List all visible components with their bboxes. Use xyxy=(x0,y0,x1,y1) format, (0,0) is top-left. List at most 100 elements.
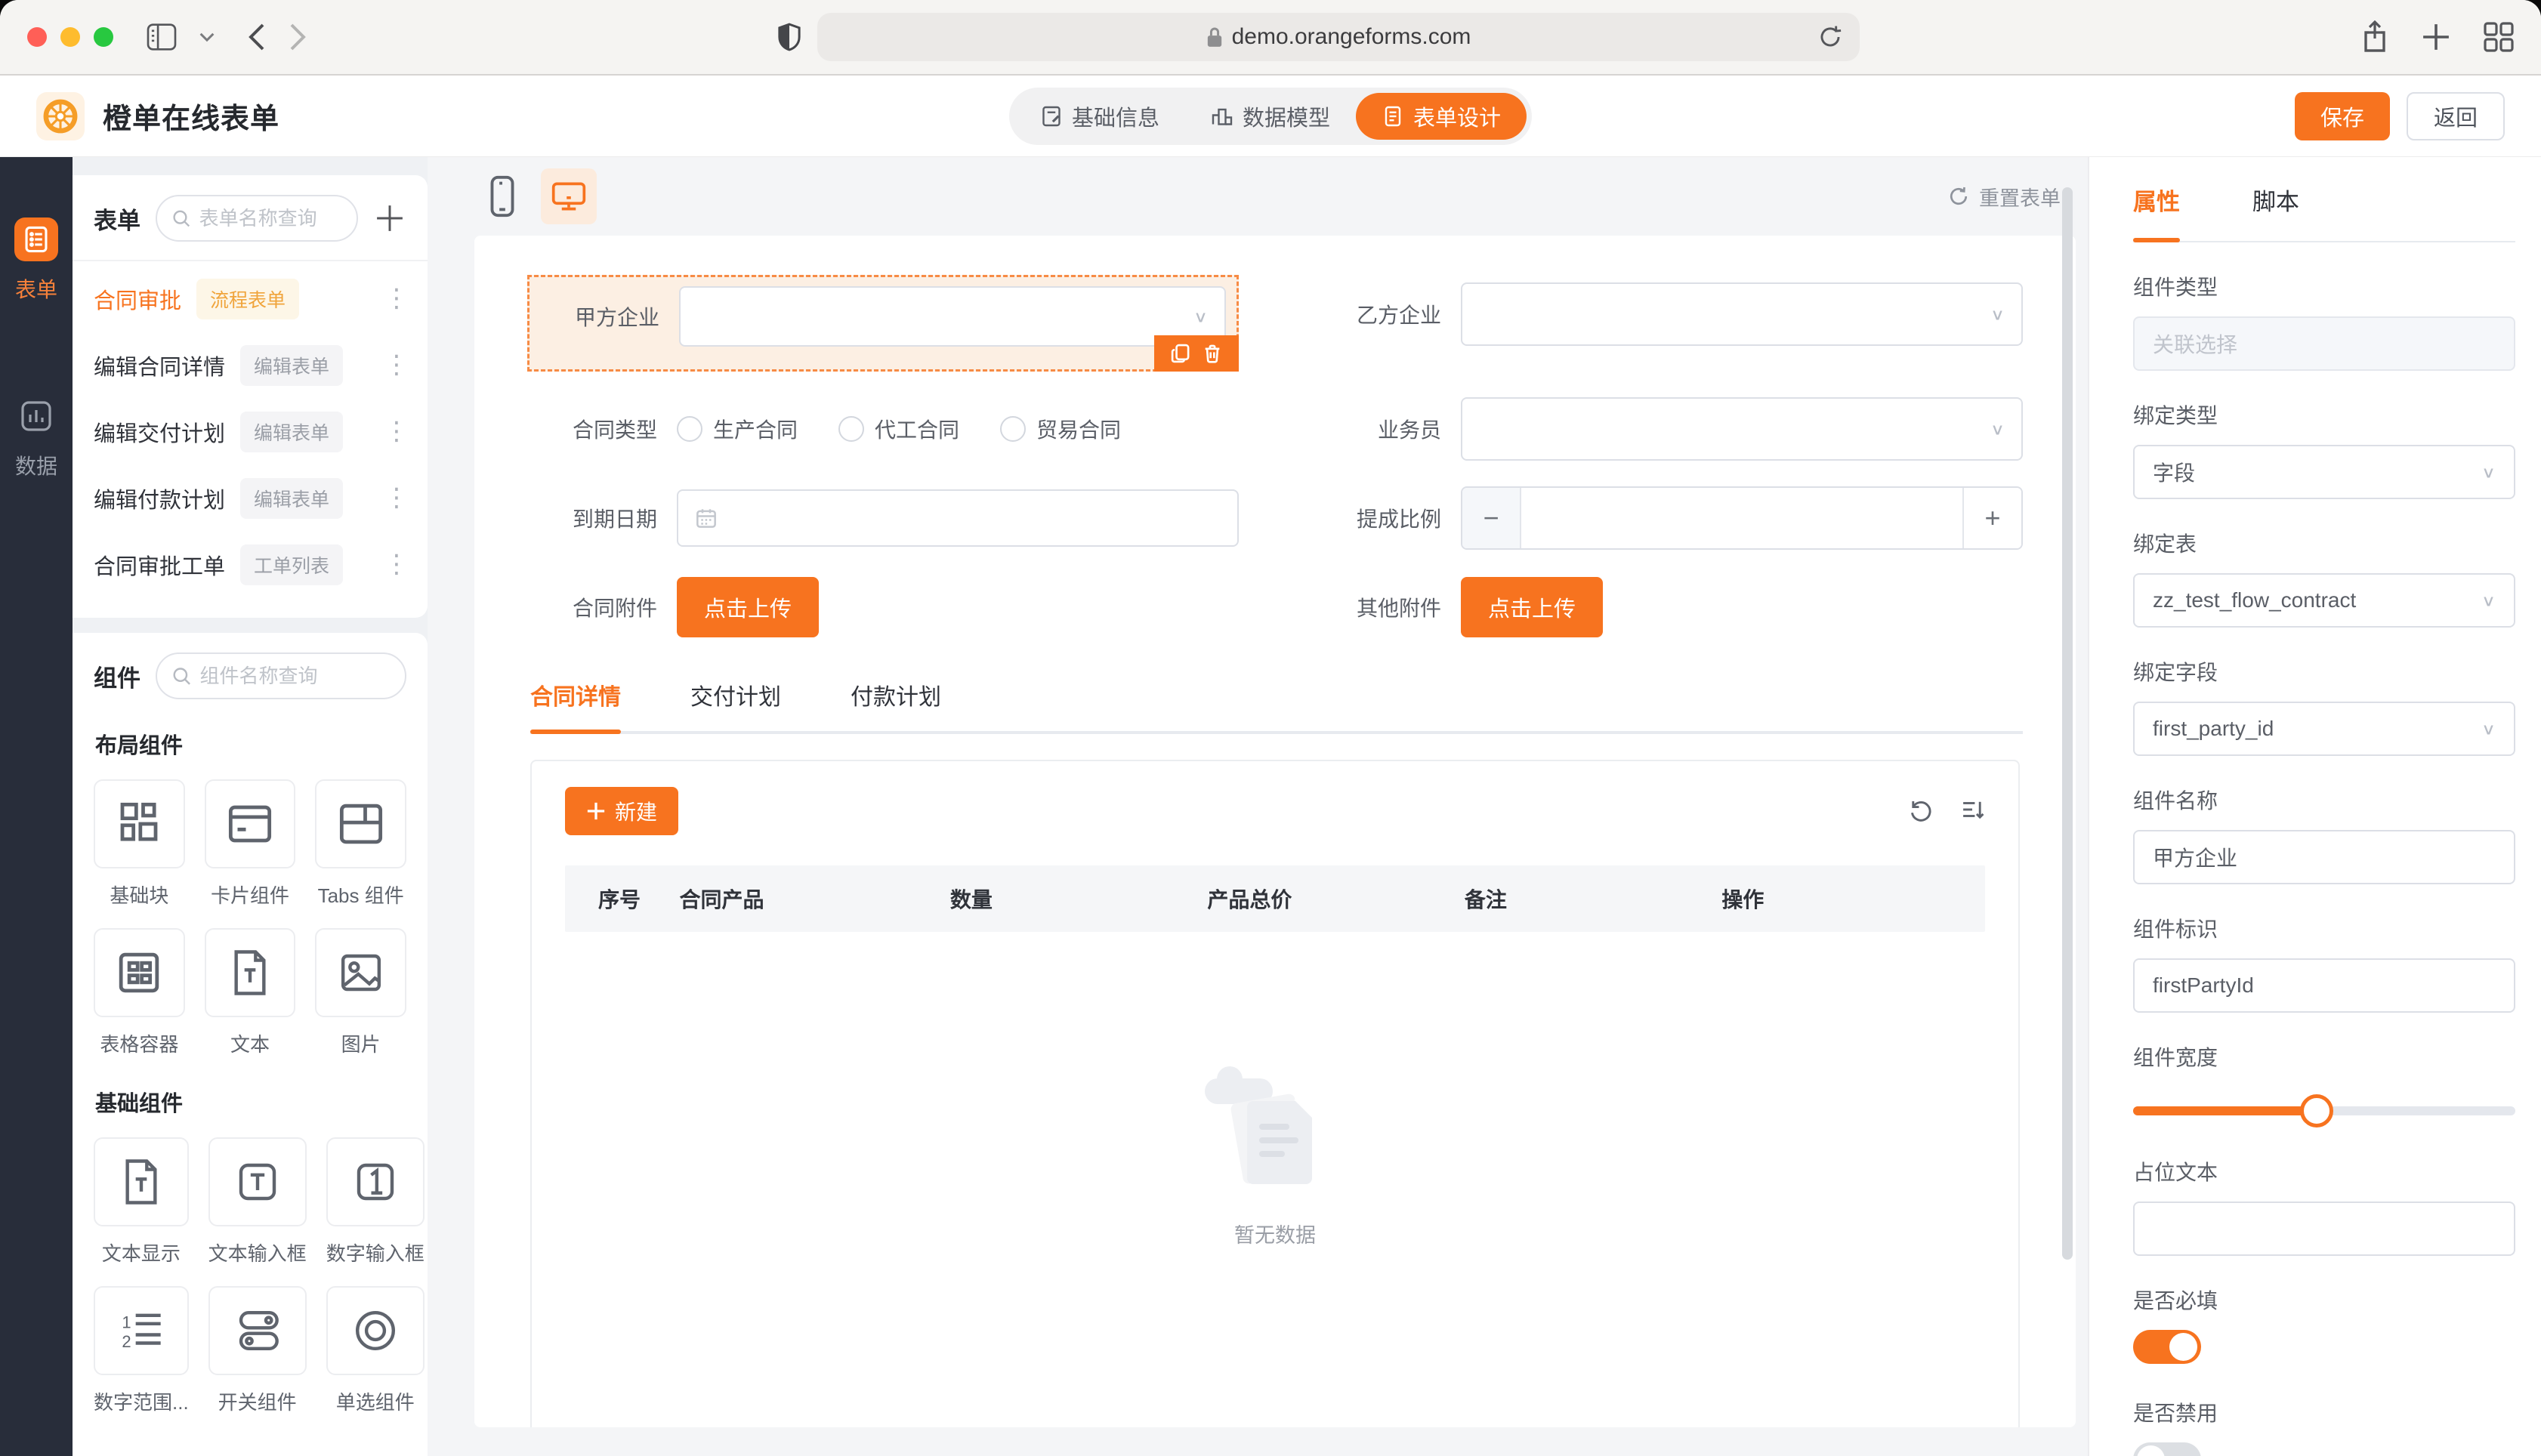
sort-icon[interactable] xyxy=(1959,797,1985,826)
copy-icon[interactable] xyxy=(1170,343,1191,364)
first-party-select[interactable]: ∨ xyxy=(679,286,1226,347)
component-card-radio[interactable]: 单选组件 xyxy=(326,1286,425,1415)
radio-trade-contract[interactable]: 贸易合同 xyxy=(1000,414,1121,444)
reset-form-button[interactable]: 重置表单 xyxy=(1947,182,2061,211)
placeholder-text-input[interactable] xyxy=(2153,1217,2496,1241)
share-icon[interactable] xyxy=(2361,20,2388,54)
disabled-toggle[interactable] xyxy=(2133,1442,2201,1456)
save-button[interactable]: 保存 xyxy=(2294,91,2390,140)
desktop-preview-button[interactable] xyxy=(541,168,597,224)
bind-type-select[interactable]: 字段 ∨ xyxy=(2133,445,2515,499)
radio-oem-contract[interactable]: 代工合同 xyxy=(838,414,959,444)
mobile-preview-button[interactable] xyxy=(474,168,530,224)
field-due-date[interactable]: 到期日期 xyxy=(527,486,1239,550)
component-name-input[interactable] xyxy=(2153,845,2496,869)
delete-icon[interactable] xyxy=(1202,343,1223,364)
tab-form-design-label: 表单设计 xyxy=(1413,106,1502,131)
add-form-button[interactable] xyxy=(373,202,406,235)
close-window-button[interactable] xyxy=(27,27,47,47)
form-menu-icon[interactable]: ⋮ xyxy=(384,551,409,577)
new-row-button[interactable]: 新建 xyxy=(565,787,679,835)
component-card-text[interactable]: 文本 xyxy=(204,928,296,1057)
form-search[interactable] xyxy=(156,195,358,242)
form-menu-icon[interactable]: ⋮ xyxy=(384,285,409,311)
component-card-switch[interactable]: 开关组件 xyxy=(208,1286,307,1415)
field-second-party[interactable]: 乙方企业 ∨ xyxy=(1311,275,2023,346)
zoom-window-button[interactable] xyxy=(94,27,113,47)
salesman-select[interactable]: ∨ xyxy=(1461,397,2023,461)
chevron-down-icon[interactable] xyxy=(199,32,215,42)
width-slider[interactable] xyxy=(2133,1094,2515,1127)
form-list-item[interactable]: 编辑合同详情 编辑表单 ⋮ xyxy=(94,332,409,399)
form-icon xyxy=(1385,106,1401,126)
tab-data-model[interactable]: 数据模型 xyxy=(1185,93,1356,140)
left-rail: 表单 数据 xyxy=(0,157,73,1456)
form-search-input[interactable] xyxy=(199,206,341,230)
reset-form-label: 重置表单 xyxy=(1979,187,2061,210)
stepper-value-input[interactable] xyxy=(1521,488,1962,548)
tab-form-design[interactable]: 表单设计 xyxy=(1356,92,1527,140)
component-card-number-input[interactable]: 数字输入框 xyxy=(326,1137,425,1266)
radio-production-contract[interactable]: 生产合同 xyxy=(677,414,798,444)
table-header-row: 序号 合同产品 数量 产品总价 备注 操作 xyxy=(565,865,1985,932)
field-salesman[interactable]: 业务员 ∨ xyxy=(1311,397,2023,461)
rail-item-data[interactable]: 数据 xyxy=(14,394,58,480)
back-icon[interactable] xyxy=(248,22,266,52)
component-card-tabs[interactable]: Tabs 组件 xyxy=(315,779,406,908)
prop-disabled: 是否禁用 xyxy=(2133,1397,2515,1456)
form-list-item[interactable]: 编辑交付计划 编辑表单 ⋮ xyxy=(94,399,409,465)
address-bar[interactable]: demo.orangeforms.com xyxy=(817,13,1860,61)
component-key-input[interactable] xyxy=(2153,973,2496,998)
component-card-text-input[interactable]: 文本输入框 xyxy=(208,1137,307,1266)
bind-field-select[interactable]: first_party_id ∨ xyxy=(2133,702,2515,756)
form-list-item[interactable]: 合同审批工单 工单列表 ⋮ xyxy=(94,532,409,598)
upload-other-attachment-button[interactable]: 点击上传 xyxy=(1461,577,1604,637)
component-search-input[interactable] xyxy=(199,664,390,688)
sidebar-icon[interactable] xyxy=(147,23,177,51)
required-toggle[interactable] xyxy=(2133,1330,2201,1364)
forward-icon[interactable] xyxy=(289,22,307,52)
component-card-table-container[interactable]: 表格容器 xyxy=(94,928,185,1057)
upload-contract-attachment-button[interactable]: 点击上传 xyxy=(677,577,820,637)
component-card-number-range[interactable]: 12 数字范围... xyxy=(94,1286,189,1415)
tab-script[interactable]: 脚本 xyxy=(2252,183,2299,241)
app-header: 橙单在线表单 基础信息 数据模型 表单设计 保存 返回 xyxy=(0,76,2541,157)
tab-payment-plan[interactable]: 付款计划 xyxy=(851,678,941,734)
form-list-item[interactable]: 编辑付款计划 编辑表单 ⋮ xyxy=(94,465,409,532)
second-party-select[interactable]: ∨ xyxy=(1461,282,2023,346)
component-search[interactable] xyxy=(156,652,406,699)
rail-item-forms[interactable]: 表单 xyxy=(14,217,58,304)
due-date-input[interactable] xyxy=(677,489,1239,547)
column-header: 合同产品 xyxy=(679,888,764,912)
form-menu-icon[interactable]: ⋮ xyxy=(384,485,409,511)
field-commission[interactable]: 提成比例 − + xyxy=(1311,486,2023,550)
shield-icon[interactable] xyxy=(778,23,801,51)
form-list-item[interactable]: 合同审批 流程表单 ⋮ xyxy=(94,266,409,332)
component-card-image[interactable]: 图片 xyxy=(315,928,406,1057)
component-card-text-display[interactable]: 文本显示 xyxy=(94,1137,189,1266)
minimize-window-button[interactable] xyxy=(60,27,80,47)
back-button[interactable]: 返回 xyxy=(2406,91,2505,140)
tab-basic-info[interactable]: 基础信息 xyxy=(1014,93,1185,140)
form-menu-icon[interactable]: ⋮ xyxy=(384,352,409,378)
radio-dot xyxy=(677,416,702,442)
tab-overview-icon[interactable] xyxy=(2484,22,2514,52)
components-panel: 组件 布局组件 基础块 卡片组件 xyxy=(73,633,428,1456)
phone-icon xyxy=(490,175,514,217)
component-card-basic-block[interactable]: 基础块 xyxy=(94,779,185,908)
bind-table-select[interactable]: zz_test_flow_contract ∨ xyxy=(2133,573,2515,628)
new-tab-icon[interactable] xyxy=(2422,23,2450,51)
field-first-party[interactable]: 甲方企业 ∨ xyxy=(527,275,1239,372)
form-menu-icon[interactable]: ⋮ xyxy=(384,418,409,444)
component-card-card[interactable]: 卡片组件 xyxy=(204,779,296,908)
stepper-increase-button[interactable]: + xyxy=(1962,488,2021,548)
tab-properties[interactable]: 属性 xyxy=(2133,183,2180,242)
tab-delivery-plan[interactable]: 交付计划 xyxy=(690,678,781,734)
undo-icon[interactable] xyxy=(1908,797,1934,826)
slider-handle[interactable] xyxy=(2299,1094,2333,1127)
stepper-decrease-button[interactable]: − xyxy=(1462,488,1521,548)
reload-icon[interactable] xyxy=(1817,23,1843,51)
tab-contract-detail[interactable]: 合同详情 xyxy=(530,678,621,734)
canvas-scrollbar[interactable] xyxy=(2062,187,2073,1260)
main-area: 表单 数据 表单 表单名称查询 合同审批 流程表单 ⋮ 编辑合同详情 编辑表单 … xyxy=(0,157,2541,1456)
